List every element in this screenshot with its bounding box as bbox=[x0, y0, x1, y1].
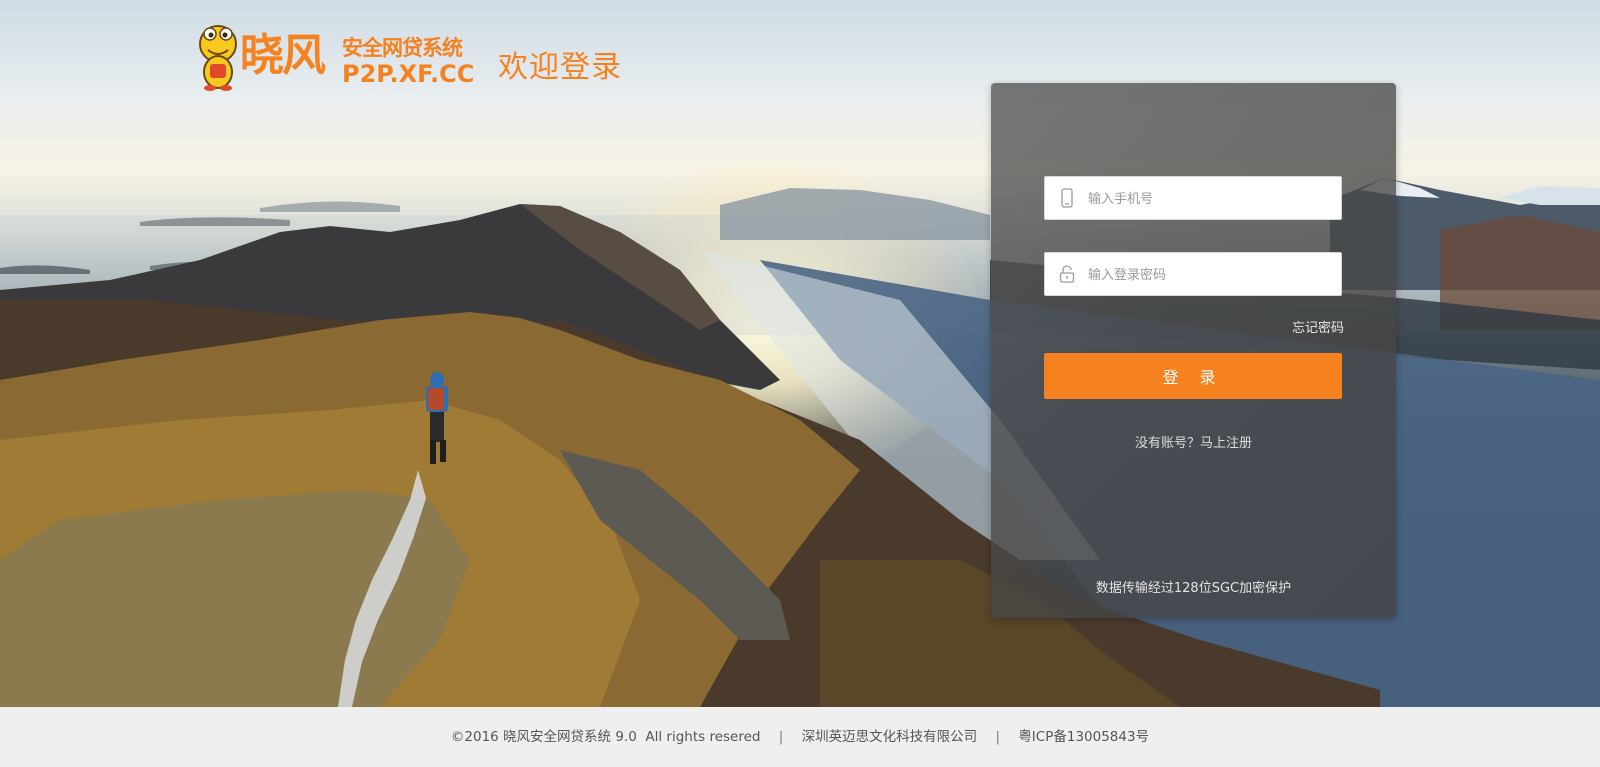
mascot-icon bbox=[199, 25, 237, 91]
footer-separator: | bbox=[995, 729, 1001, 745]
footer-separator: | bbox=[778, 729, 784, 745]
forgot-password-link[interactable]: 忘记密码 bbox=[1292, 317, 1344, 336]
logo-domain: P2P.XF.CC bbox=[342, 60, 475, 88]
logo-tagline: 安全网贷系统 bbox=[342, 36, 463, 60]
security-note: 数据传输经过128位SGC加密保护 bbox=[1095, 581, 1292, 596]
login-button[interactable]: 登 录 bbox=[1044, 353, 1342, 399]
password-input[interactable] bbox=[1086, 253, 1340, 297]
phone-field[interactable] bbox=[1044, 176, 1342, 221]
footer-icp[interactable]: 粤ICP备13005843号 bbox=[1018, 729, 1149, 745]
footer: ©2016 晓风安全网贷系统 9.0 All rights resered | … bbox=[0, 707, 1600, 767]
register-link[interactable]: 没有账号？马上注册 bbox=[991, 432, 1396, 451]
brand-logo[interactable]: 晓风 安全网贷系统 P2P.XF.CC bbox=[196, 20, 475, 94]
phone-icon bbox=[1061, 188, 1073, 208]
panel-overlay bbox=[991, 83, 1396, 618]
page-title: 欢迎登录 bbox=[498, 50, 622, 85]
phone-input[interactable] bbox=[1086, 177, 1340, 221]
footer-company: 深圳英迈思文化科技有限公司 bbox=[801, 729, 978, 745]
logo-wordmark: 晓风 bbox=[240, 30, 326, 81]
lock-icon bbox=[1059, 265, 1075, 283]
password-field[interactable] bbox=[1044, 252, 1342, 297]
login-panel: 忘记密码 登 录 没有账号？马上注册 数据传输经过128位SGC加密保护 bbox=[991, 83, 1396, 618]
footer-copyright: ©2016 晓风安全网贷系统 9.0 All rights resered bbox=[450, 729, 761, 745]
